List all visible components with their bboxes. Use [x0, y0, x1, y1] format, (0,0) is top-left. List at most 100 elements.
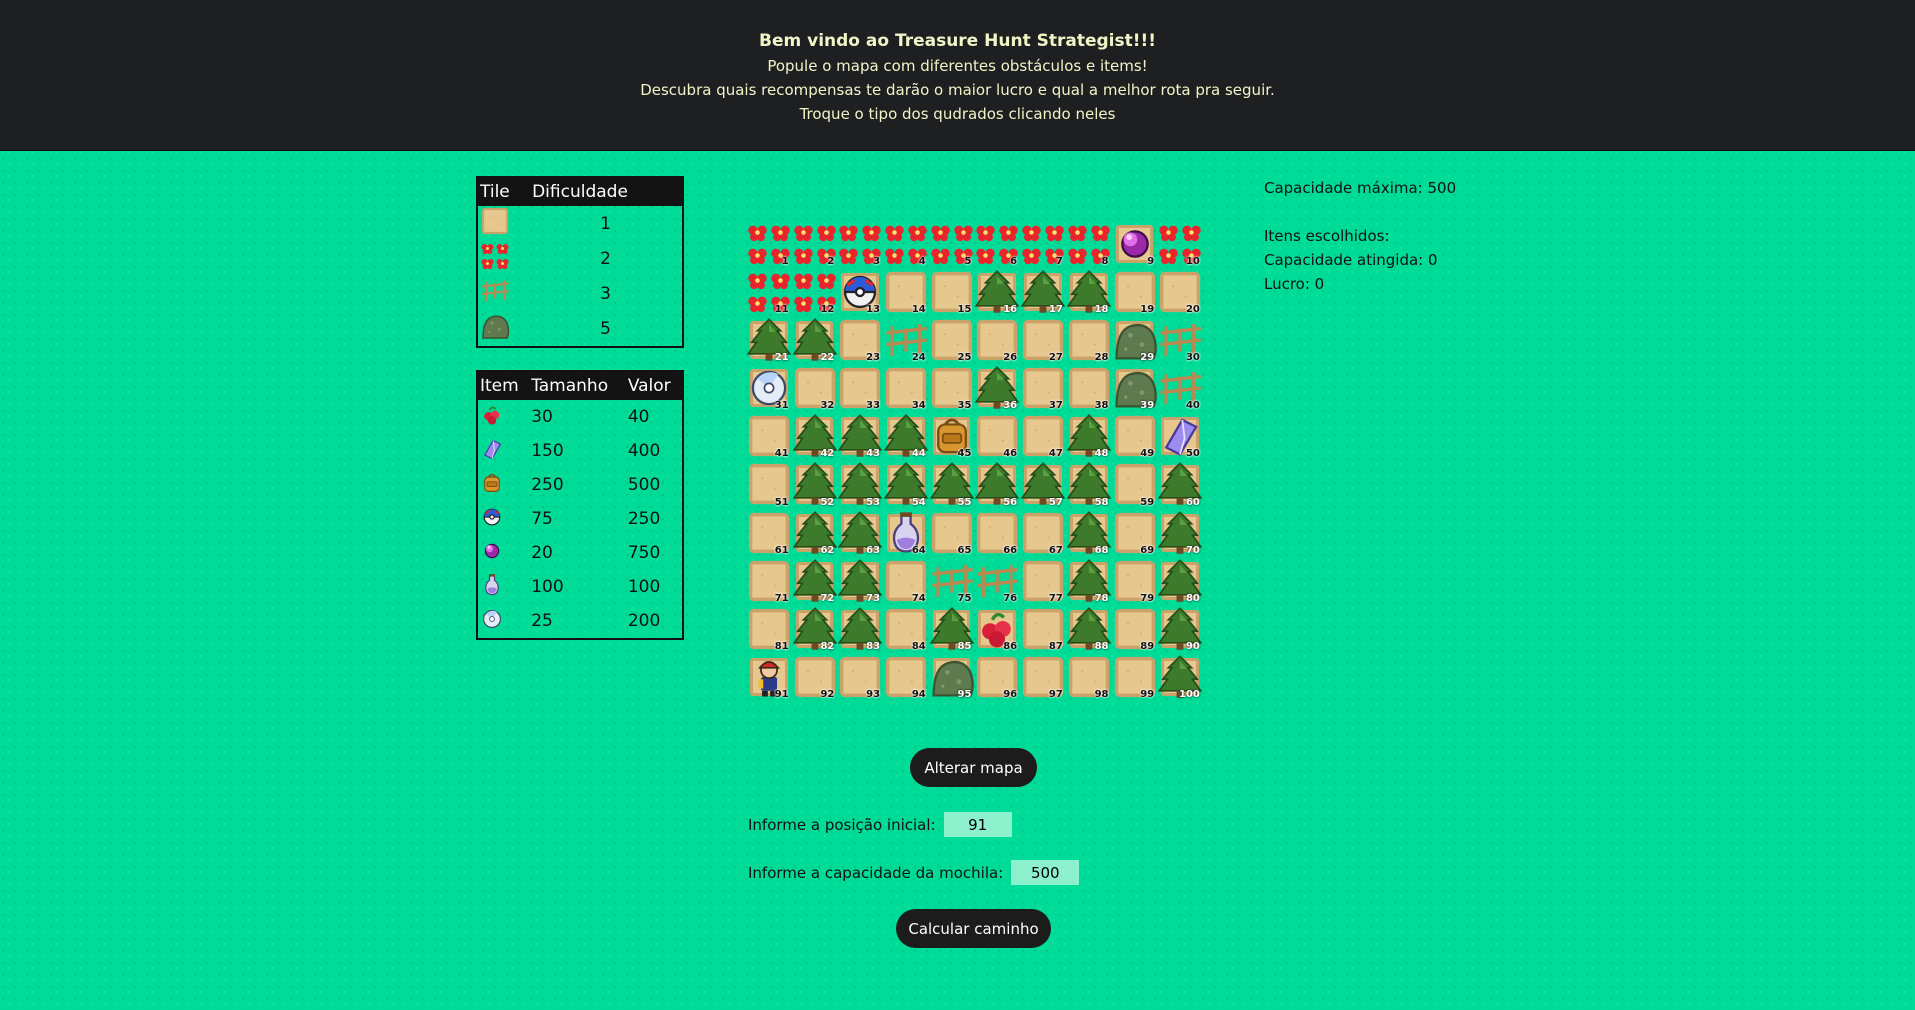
- map-cell-tree[interactable]: 80: [1157, 557, 1203, 605]
- map-cell-sand[interactable]: 28: [1066, 316, 1112, 364]
- map-cell-tree[interactable]: 60: [1157, 460, 1203, 508]
- map-cell-sand[interactable]: 41: [746, 412, 792, 460]
- map-cell-sand[interactable]: 25: [929, 316, 975, 364]
- map-cell-sand[interactable]: 97: [1020, 653, 1066, 701]
- map-cell-sand[interactable]: 51: [746, 460, 792, 508]
- map-cell-tree[interactable]: 85: [929, 605, 975, 653]
- map-cell-backpack[interactable]: 45: [929, 412, 975, 460]
- map-cell-tree[interactable]: 56: [974, 460, 1020, 508]
- map-cell-sand[interactable]: 35: [929, 364, 975, 412]
- map-cell-sand[interactable]: 65: [929, 509, 975, 557]
- map-cell-tree[interactable]: 21: [746, 316, 792, 364]
- map-cell-flowers[interactable]: 3: [837, 220, 883, 268]
- map-cell-fence[interactable]: 24: [883, 316, 929, 364]
- map-cell-sand[interactable]: 26: [974, 316, 1020, 364]
- calculate-path-button[interactable]: Calcular caminho: [896, 909, 1051, 948]
- map-cell-sand[interactable]: 19: [1112, 268, 1158, 316]
- map-cell-sand[interactable]: 67: [1020, 509, 1066, 557]
- map-cell-sand[interactable]: 98: [1066, 653, 1112, 701]
- map-cell-sand[interactable]: 84: [883, 605, 929, 653]
- map-cell-tree[interactable]: 43: [837, 412, 883, 460]
- map-cell-tree[interactable]: 17: [1020, 268, 1066, 316]
- map-cell-sand[interactable]: 71: [746, 557, 792, 605]
- map-cell-tree[interactable]: 72: [792, 557, 838, 605]
- map-cell-tree[interactable]: 48: [1066, 412, 1112, 460]
- map-cell-tree[interactable]: 58: [1066, 460, 1112, 508]
- map-cell-flowers[interactable]: 8: [1066, 220, 1112, 268]
- map-cell-tree[interactable]: 54: [883, 460, 929, 508]
- map-cell-tree[interactable]: 90: [1157, 605, 1203, 653]
- change-map-button[interactable]: Alterar mapa: [910, 748, 1037, 787]
- map-cell-flowers[interactable]: 1: [746, 220, 792, 268]
- map-cell-fence[interactable]: 76: [974, 557, 1020, 605]
- map-cell-sand[interactable]: 61: [746, 509, 792, 557]
- map-cell-sand[interactable]: 69: [1112, 509, 1158, 557]
- map-cell-tree[interactable]: 42: [792, 412, 838, 460]
- map-cell-tree[interactable]: 36: [974, 364, 1020, 412]
- map-cell-rock[interactable]: 39: [1112, 364, 1158, 412]
- map-cell-tree[interactable]: 22: [792, 316, 838, 364]
- map-cell-sand[interactable]: 32: [792, 364, 838, 412]
- map-cell-sand[interactable]: 59: [1112, 460, 1158, 508]
- map-cell-sand[interactable]: 94: [883, 653, 929, 701]
- map-cell-sand[interactable]: 96: [974, 653, 1020, 701]
- map-cell-fence[interactable]: 40: [1157, 364, 1203, 412]
- map-cell-fence[interactable]: 75: [929, 557, 975, 605]
- map-cell-sand[interactable]: 47: [1020, 412, 1066, 460]
- map-cell-sand[interactable]: 77: [1020, 557, 1066, 605]
- map-cell-sand[interactable]: 87: [1020, 605, 1066, 653]
- map-cell-sand[interactable]: 33: [837, 364, 883, 412]
- map-cell-sand[interactable]: 93: [837, 653, 883, 701]
- map-cell-tree[interactable]: 63: [837, 509, 883, 557]
- map-cell-sand[interactable]: 79: [1112, 557, 1158, 605]
- map-cell-sand[interactable]: 74: [883, 557, 929, 605]
- map-cell-tree[interactable]: 57: [1020, 460, 1066, 508]
- map-cell-sand[interactable]: 89: [1112, 605, 1158, 653]
- map-cell-tree[interactable]: 52: [792, 460, 838, 508]
- map-cell-tree[interactable]: 78: [1066, 557, 1112, 605]
- map-cell-sand[interactable]: 81: [746, 605, 792, 653]
- map-cell-tree[interactable]: 18: [1066, 268, 1112, 316]
- map-cell-tree[interactable]: 73: [837, 557, 883, 605]
- map-cell-sand[interactable]: 92: [792, 653, 838, 701]
- map-cell-pokeball[interactable]: 13: [837, 268, 883, 316]
- map-cell-sand[interactable]: 66: [974, 509, 1020, 557]
- map-cell-rock[interactable]: 29: [1112, 316, 1158, 364]
- map-cell-sand[interactable]: 27: [1020, 316, 1066, 364]
- map-cell-tree[interactable]: 88: [1066, 605, 1112, 653]
- map-cell-sand[interactable]: 14: [883, 268, 929, 316]
- map-cell-tree[interactable]: 83: [837, 605, 883, 653]
- map-cell-flowers[interactable]: 11: [746, 268, 792, 316]
- map-cell-sand[interactable]: 38: [1066, 364, 1112, 412]
- map-cell-sand[interactable]: 20: [1157, 268, 1203, 316]
- map-cell-tree[interactable]: 100: [1157, 653, 1203, 701]
- map-cell-tree[interactable]: 68: [1066, 509, 1112, 557]
- map-cell-tree[interactable]: 53: [837, 460, 883, 508]
- backpack-capacity-input[interactable]: [1011, 860, 1080, 885]
- map-cell-tree[interactable]: 16: [974, 268, 1020, 316]
- map-cell-potion[interactable]: 64: [883, 509, 929, 557]
- map-cell-flowers[interactable]: 7: [1020, 220, 1066, 268]
- map-cell-flowers[interactable]: 12: [792, 268, 838, 316]
- map-cell-berry[interactable]: 86: [974, 605, 1020, 653]
- map-cell-fence[interactable]: 30: [1157, 316, 1203, 364]
- start-position-input[interactable]: [943, 812, 1012, 837]
- map-cell-tree[interactable]: 82: [792, 605, 838, 653]
- map-cell-sand[interactable]: 49: [1112, 412, 1158, 460]
- map-cell-flowers[interactable]: 10: [1157, 220, 1203, 268]
- map-cell-tree[interactable]: 62: [792, 509, 838, 557]
- map-cell-sand[interactable]: 23: [837, 316, 883, 364]
- map-cell-flowers[interactable]: 5: [929, 220, 975, 268]
- map-cell-player[interactable]: 91: [746, 653, 792, 701]
- map-cell-sand[interactable]: 46: [974, 412, 1020, 460]
- map-cell-sand[interactable]: 99: [1112, 653, 1158, 701]
- map-cell-tree[interactable]: 55: [929, 460, 975, 508]
- map-cell-flowers[interactable]: 2: [792, 220, 838, 268]
- map-cell-flowers[interactable]: 6: [974, 220, 1020, 268]
- map-cell-tree[interactable]: 44: [883, 412, 929, 460]
- map-cell-tree[interactable]: 70: [1157, 509, 1203, 557]
- map-cell-sand[interactable]: 34: [883, 364, 929, 412]
- map-cell-disc[interactable]: 31: [746, 364, 792, 412]
- map-cell-orb[interactable]: 9: [1112, 220, 1158, 268]
- map-cell-crystal[interactable]: 50: [1157, 412, 1203, 460]
